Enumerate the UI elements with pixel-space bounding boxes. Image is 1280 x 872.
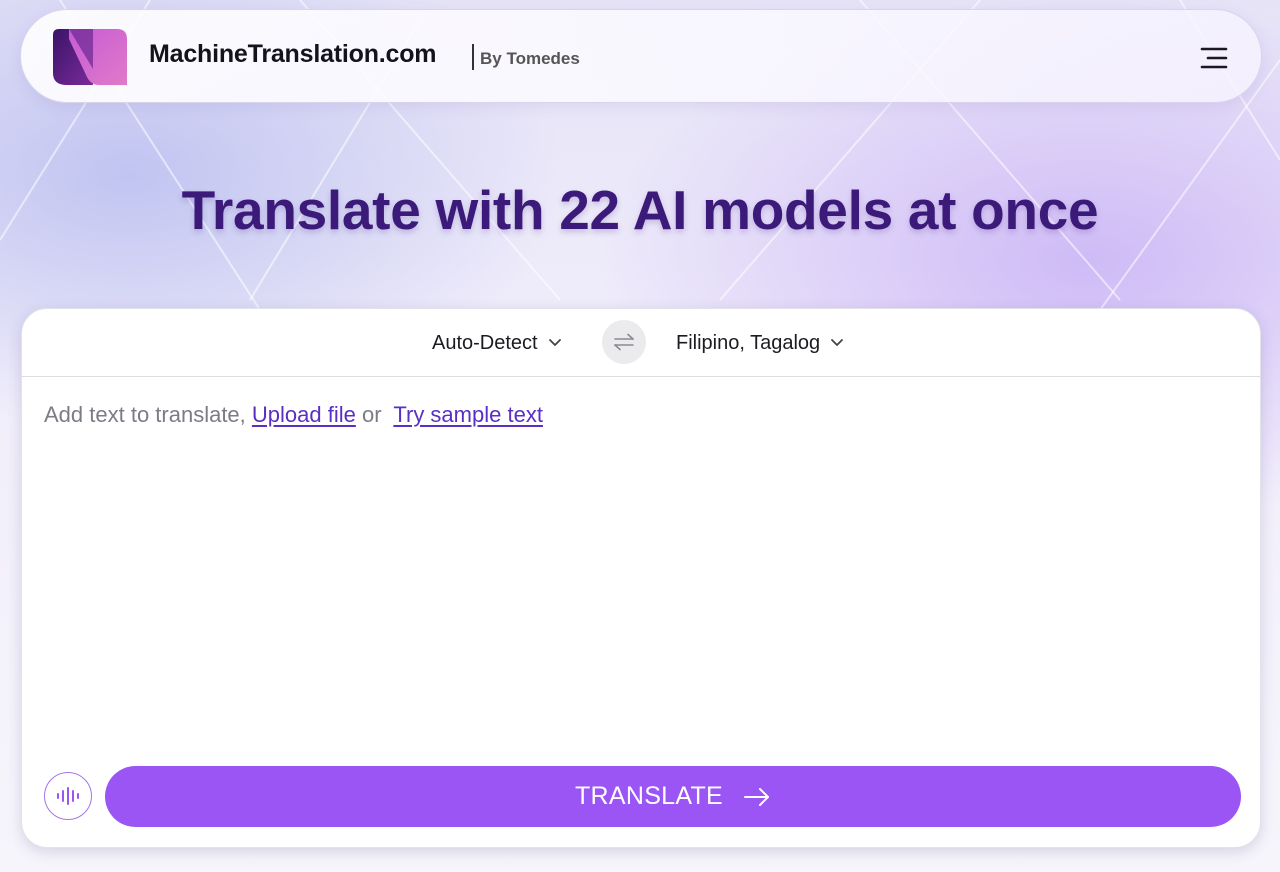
arrow-right-icon: [744, 787, 770, 806]
page-title: Translate with 22 AI models at once: [181, 179, 1099, 241]
site-header: MachineTranslation.com By Tomedes: [20, 9, 1262, 103]
translate-button-label: TRANSLATE: [574, 782, 724, 810]
source-text-input[interactable]: Add text to translate, Upload file or Tr…: [44, 402, 1234, 732]
target-language-select[interactable]: Filipino, Tagalog: [676, 329, 844, 357]
translator-card: Auto-Detect Filipino, Tagalog Add text t…: [21, 308, 1261, 848]
brand-name[interactable]: MachineTranslation.com: [149, 40, 437, 69]
target-language-label: Filipino, Tagalog: [676, 331, 821, 354]
translate-button[interactable]: TRANSLATE: [105, 766, 1241, 827]
language-bar: Auto-Detect Filipino, Tagalog: [22, 309, 1260, 377]
swap-languages-button[interactable]: [602, 320, 646, 364]
voice-input-button[interactable]: [44, 772, 92, 820]
brand-logo[interactable]: [53, 29, 127, 85]
swap-arrows-icon: [614, 333, 634, 351]
byline: By Tomedes: [480, 49, 580, 68]
chevron-down-icon: [548, 339, 561, 346]
try-sample-text-link[interactable]: Try sample text: [393, 402, 543, 427]
placeholder-text: Add text to translate,: [44, 402, 252, 427]
source-language-label: Auto-Detect: [432, 331, 538, 354]
upload-file-link[interactable]: Upload file: [252, 402, 356, 427]
hamburger-menu-icon[interactable]: [1199, 46, 1229, 70]
voice-waveform-icon: [57, 787, 79, 805]
brand-separator: [472, 44, 474, 70]
chevron-down-icon: [831, 339, 844, 346]
source-language-select[interactable]: Auto-Detect: [432, 329, 562, 357]
or-text: or: [355, 402, 388, 427]
